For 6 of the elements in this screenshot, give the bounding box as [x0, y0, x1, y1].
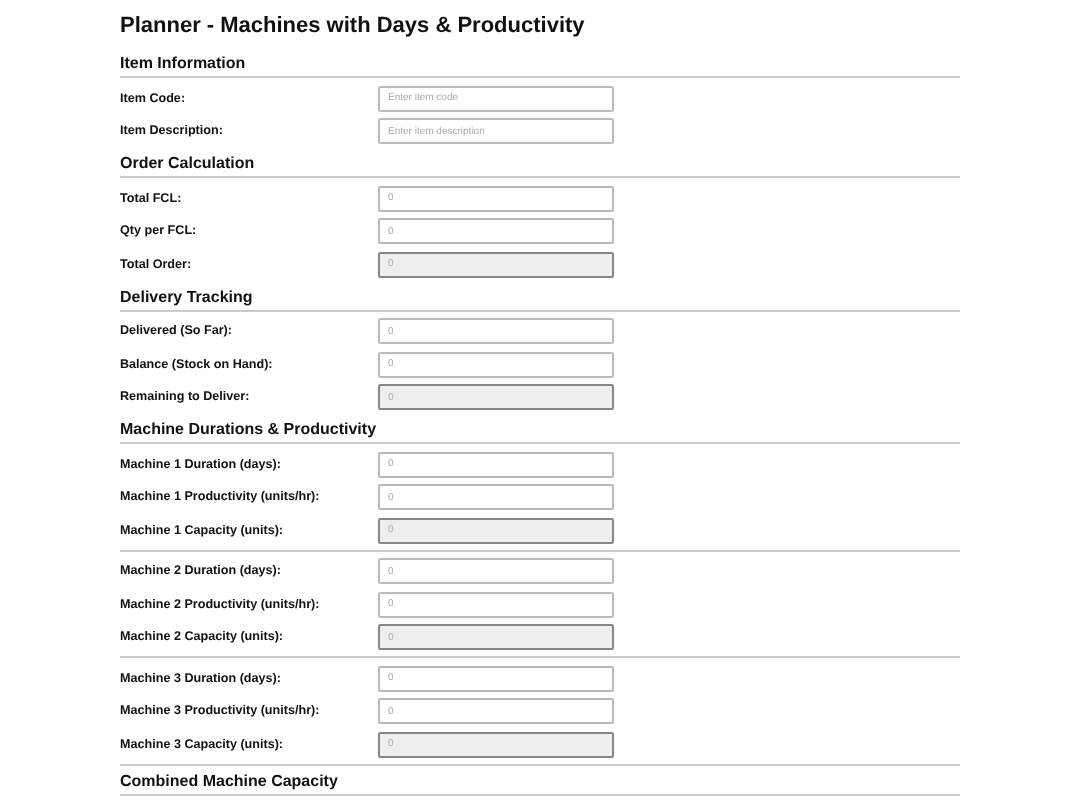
section-heading: Delivery Tracking [120, 287, 960, 311]
section-heading: Order Calculation [120, 154, 960, 178]
section-heading: Machine Durations & Productivity [120, 420, 960, 444]
section-heading: Item Information [120, 54, 960, 78]
page-title: Planner - Machines with Days & Productivity [120, 14, 587, 40]
section-heading: Combined Machine Capacity [120, 771, 960, 795]
